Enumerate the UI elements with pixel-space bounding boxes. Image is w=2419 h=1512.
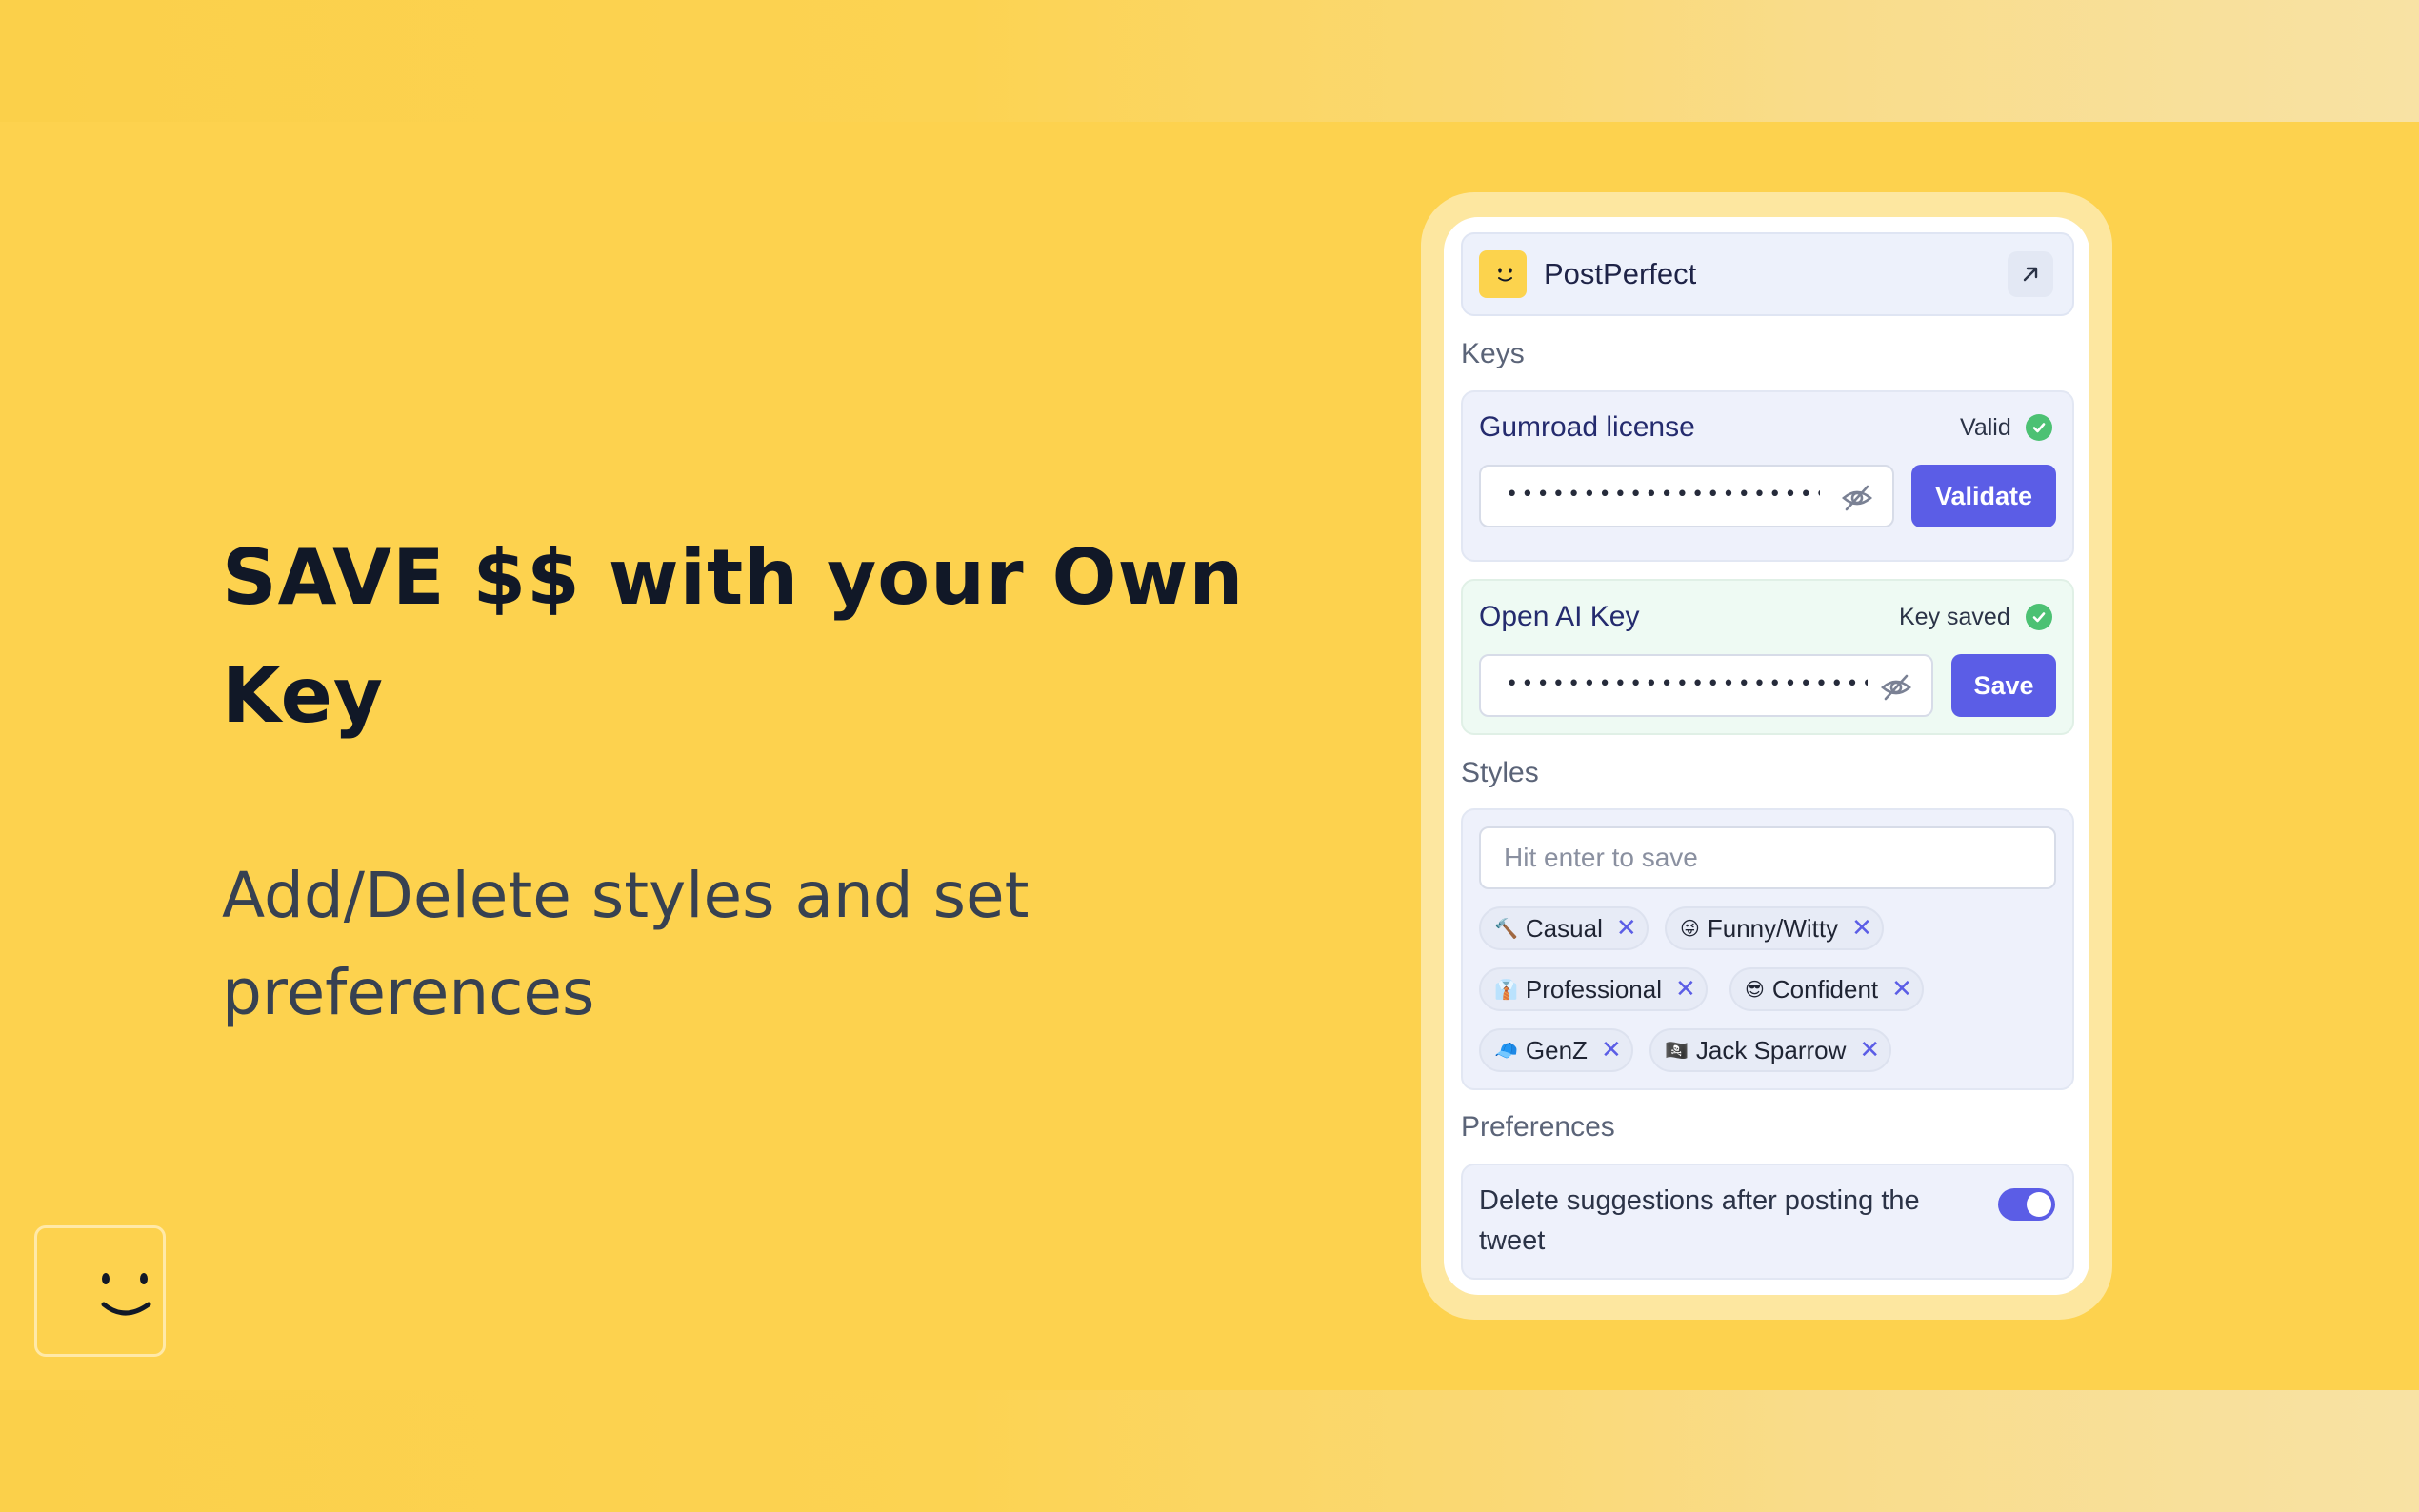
- winking-face-icon: 😜: [1680, 917, 1700, 940]
- masked-value: ••••••••••••••••••••••••••••: [1506, 672, 1868, 696]
- style-chip[interactable]: 😎 Confident ✕: [1729, 967, 1924, 1011]
- app-title: PostPerfect: [1544, 257, 1697, 290]
- remove-icon[interactable]: ✕: [1859, 1036, 1880, 1064]
- masked-value: ••••••••••••••••••••••••: [1506, 483, 1820, 507]
- style-chip-label: Jack Sparrow: [1695, 1035, 1847, 1064]
- remove-icon[interactable]: ✕: [1616, 914, 1637, 943]
- style-chip[interactable]: 🧢 GenZ ✕: [1479, 1028, 1633, 1072]
- openai-key-label: Open AI Key: [1479, 601, 1640, 632]
- smiley-icon: [1498, 268, 1512, 282]
- remove-icon[interactable]: ✕: [1601, 1036, 1622, 1064]
- style-chip-label: Casual: [1525, 913, 1603, 943]
- eye-off-icon[interactable]: [1880, 671, 1912, 704]
- style-chip[interactable]: 🏴‍☠️ Jack Sparrow ✕: [1649, 1028, 1892, 1072]
- validate-button[interactable]: Validate: [1911, 465, 2056, 527]
- save-key-button[interactable]: Save: [1951, 654, 2056, 717]
- remove-icon[interactable]: ✕: [1851, 914, 1872, 943]
- style-chip[interactable]: 👔 Professional ✕: [1479, 967, 1708, 1011]
- app-logo-icon: [1479, 250, 1527, 298]
- pirate-flag-icon: 🏴‍☠️: [1665, 1039, 1689, 1062]
- brand-logo-icon: [34, 1225, 166, 1357]
- sunglasses-face-icon: 😎: [1745, 978, 1765, 1001]
- gumroad-license-label: Gumroad license: [1479, 411, 1695, 443]
- openai-status: Key saved: [1899, 604, 2010, 630]
- preferences-section-label: Preferences: [1461, 1111, 1615, 1143]
- keys-section-label: Keys: [1461, 338, 1525, 369]
- open-external-button[interactable]: [2008, 251, 2053, 297]
- style-chip-label: GenZ: [1525, 1035, 1588, 1064]
- check-circle-icon: [2026, 604, 2052, 630]
- bottom-decor-band: [0, 1390, 2419, 1512]
- hero-subline: Add/Delete styles and set preferences: [222, 859, 1030, 1029]
- eye-off-icon[interactable]: [1841, 482, 1873, 514]
- smiley-icon: [101, 1273, 151, 1316]
- style-chip-label: Professional: [1525, 974, 1662, 1004]
- styles-section-label: Styles: [1461, 757, 1539, 788]
- style-chip-label: Confident: [1771, 974, 1879, 1004]
- cap-icon: 🧢: [1494, 1039, 1518, 1062]
- hammer-icon: 🔨: [1494, 917, 1518, 940]
- gumroad-status: Valid: [1960, 414, 2011, 441]
- remove-icon[interactable]: ✕: [1891, 975, 1912, 1004]
- gumroad-license-input[interactable]: ••••••••••••••••••••••••: [1479, 465, 1894, 527]
- style-chip[interactable]: 🔨 Casual ✕: [1479, 906, 1649, 950]
- check-circle-icon: [2026, 414, 2052, 441]
- toggle-knob: [2027, 1192, 2051, 1217]
- necktie-icon: 👔: [1494, 978, 1518, 1001]
- delete-suggestions-toggle[interactable]: [1998, 1188, 2055, 1221]
- delete-suggestions-label: Delete suggestions after posting the twe…: [1479, 1185, 1920, 1256]
- remove-icon[interactable]: ✕: [1675, 975, 1696, 1004]
- hero-headline: SAVE $$ with your Own Key: [222, 533, 1245, 740]
- style-chip[interactable]: 😜 Funny/Witty ✕: [1665, 906, 1884, 950]
- top-decor-band: [0, 0, 2419, 122]
- openai-key-input[interactable]: ••••••••••••••••••••••••••••: [1479, 654, 1933, 717]
- arrow-up-right-icon: [2023, 267, 2038, 282]
- style-chip-label: Funny/Witty: [1707, 913, 1839, 943]
- style-name-input[interactable]: [1479, 826, 2056, 889]
